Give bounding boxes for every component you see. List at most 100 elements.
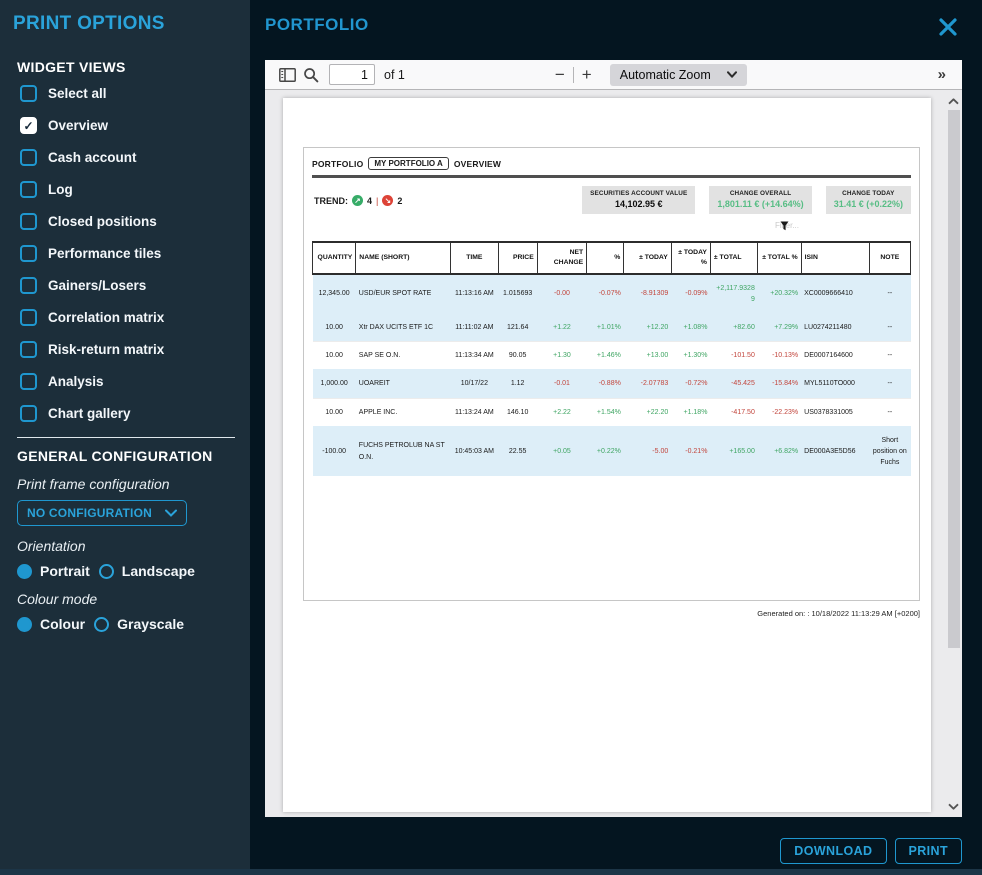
sidebar-item-cash-account[interactable]: Cash account xyxy=(20,149,250,166)
scroll-down-icon[interactable] xyxy=(946,799,961,813)
sidebar-toggle-icon[interactable] xyxy=(275,64,299,86)
scroll-up-icon[interactable] xyxy=(946,94,961,108)
table-cell: +0.22% xyxy=(587,426,624,476)
checkbox-unchecked-icon[interactable] xyxy=(20,405,37,422)
pdf-toolbar: of 1 − + Automatic Zoom » xyxy=(265,60,962,90)
close-icon[interactable] xyxy=(938,17,958,37)
summary-row: TREND: ↗ 4 | ↘ 2 SECURITIES ACCOUNT VALU… xyxy=(312,186,911,214)
scrollbar-track[interactable] xyxy=(948,108,960,799)
table-cell: -2.07783 xyxy=(624,370,671,398)
print-frame-configuration-select[interactable]: NO CONFIGURATION xyxy=(17,500,187,526)
table-cell: +165.00 xyxy=(710,426,757,476)
table-cell: -0.09% xyxy=(671,274,710,314)
table-cell: -- xyxy=(869,274,910,314)
page-number-input[interactable] xyxy=(329,64,375,85)
sidebar-item-correlation-matrix[interactable]: Correlation matrix xyxy=(20,309,250,326)
sidebar-item-gainers-losers[interactable]: Gainers/Losers xyxy=(20,277,250,294)
search-icon[interactable] xyxy=(299,64,323,86)
radio-button-icon[interactable] xyxy=(17,564,32,579)
download-button[interactable]: DOWNLOAD xyxy=(780,838,886,864)
table-cell: 10.00 xyxy=(313,398,356,426)
checkbox-label: Analysis xyxy=(48,374,104,389)
orientation-label: Orientation xyxy=(0,526,250,554)
radio-landscape[interactable]: Landscape xyxy=(99,563,195,579)
toolbar-expand-icon[interactable]: » xyxy=(938,66,946,83)
radio-button-icon[interactable] xyxy=(94,617,109,632)
radio-label: Colour xyxy=(40,616,85,632)
dialog-title: PORTFOLIO xyxy=(250,0,982,35)
table-cell: DE000A3E5D56 xyxy=(801,426,869,476)
orientation-options: Portrait Landscape xyxy=(0,554,250,579)
checkbox-unchecked-icon[interactable] xyxy=(20,149,37,166)
print-options-sidebar: PRINT OPTIONS WIDGET VIEWS Select all✓Ov… xyxy=(0,0,250,875)
table-cell: USD/EUR SPOT RATE xyxy=(356,274,451,314)
chevron-down-icon xyxy=(165,509,177,517)
colour-mode-options: Colour Grayscale xyxy=(0,607,250,632)
table-header-row: QUANTITYNAME (SHORT)TIMEPRICENET CHANGE%… xyxy=(313,242,911,274)
sidebar-item-log[interactable]: Log xyxy=(20,181,250,198)
table-row: 10.00SAP SE O.N.11:13:34 AM90.05+1.30+1.… xyxy=(313,342,911,370)
column-header: TIME xyxy=(451,242,498,274)
table-cell: +1.18% xyxy=(671,398,710,426)
zoom-level-value: Automatic Zoom xyxy=(620,68,711,82)
checkbox-unchecked-icon[interactable] xyxy=(20,309,37,326)
portfolio-table: QUANTITYNAME (SHORT)TIMEPRICENET CHANGE%… xyxy=(312,241,911,476)
table-cell: 11:13:34 AM xyxy=(451,342,498,370)
checkbox-unchecked-icon[interactable] xyxy=(20,245,37,262)
table-cell: -22.23% xyxy=(758,398,801,426)
checkbox-label: Cash account xyxy=(48,150,137,165)
stat-change-overall: CHANGE OVERALL 1,801.11 € (+14.64%) xyxy=(709,186,811,214)
table-cell: 10:45:03 AM xyxy=(451,426,498,476)
table-cell: MYL5110TO000 xyxy=(801,370,869,398)
table-cell: 146.10 xyxy=(498,398,537,426)
table-cell: +2.22 xyxy=(537,398,586,426)
sidebar-item-performance-tiles[interactable]: Performance tiles xyxy=(20,245,250,262)
print-button[interactable]: PRINT xyxy=(895,838,963,864)
sidebar-item-analysis[interactable]: Analysis xyxy=(20,373,250,390)
checkbox-unchecked-icon[interactable] xyxy=(20,181,37,198)
table-cell: SAP SE O.N. xyxy=(356,342,451,370)
checkbox-unchecked-icon[interactable] xyxy=(20,85,37,102)
table-cell: Short position on Fuchs xyxy=(869,426,910,476)
table-cell: +1.54% xyxy=(587,398,624,426)
pdf-page: PORTFOLIO MY PORTFOLIO A OVERVIEW TREND:… xyxy=(283,98,931,812)
zoom-level-select[interactable]: Automatic Zoom xyxy=(610,64,747,86)
trend-up-icon: ↗ xyxy=(352,195,363,206)
table-cell: US0378331005 xyxy=(801,398,869,426)
table-cell: XC0009666410 xyxy=(801,274,869,314)
radio-button-icon[interactable] xyxy=(17,617,32,632)
radio-grayscale[interactable]: Grayscale xyxy=(94,616,184,632)
column-header: QUANTITY xyxy=(313,242,356,274)
table-cell: +12.20 xyxy=(624,314,671,342)
zoom-out-button[interactable]: − xyxy=(547,66,573,83)
widget-views-heading: WIDGET VIEWS xyxy=(0,35,250,75)
sidebar-item-chart-gallery[interactable]: Chart gallery xyxy=(20,405,250,422)
checkbox-checked-icon[interactable]: ✓ xyxy=(20,117,37,134)
table-cell: -10.13% xyxy=(758,342,801,370)
checkbox-label: Log xyxy=(48,182,73,197)
radio-portrait[interactable]: Portrait xyxy=(17,563,90,579)
radio-colour[interactable]: Colour xyxy=(17,616,85,632)
checkbox-unchecked-icon[interactable] xyxy=(20,277,37,294)
sidebar-item-risk-return-matrix[interactable]: Risk-return matrix xyxy=(20,341,250,358)
table-cell: -45.425 xyxy=(710,370,757,398)
radio-button-icon[interactable] xyxy=(99,564,114,579)
trend-separator: | xyxy=(376,196,378,206)
colour-mode-label: Colour mode xyxy=(0,579,250,607)
table-cell: -0.21% xyxy=(671,426,710,476)
zoom-in-button[interactable]: + xyxy=(574,66,600,83)
checkbox-unchecked-icon[interactable] xyxy=(20,341,37,358)
checkbox-label: Select all xyxy=(48,86,107,101)
table-cell: -417.50 xyxy=(710,398,757,426)
sidebar-item-closed-positions[interactable]: Closed positions xyxy=(20,213,250,230)
scrollbar-thumb[interactable] xyxy=(948,110,960,648)
sidebar-item-select-all[interactable]: Select all xyxy=(20,85,250,102)
trend-down-icon: ↘ xyxy=(382,195,393,206)
checkbox-unchecked-icon[interactable] xyxy=(20,213,37,230)
sidebar-item-overview[interactable]: ✓Overview xyxy=(20,117,250,134)
filter-funnel-icon xyxy=(780,221,789,231)
table-cell: 121.64 xyxy=(498,314,537,342)
checkbox-label: Chart gallery xyxy=(48,406,131,421)
checkbox-unchecked-icon[interactable] xyxy=(20,373,37,390)
column-header: ± TODAY % xyxy=(671,242,710,274)
